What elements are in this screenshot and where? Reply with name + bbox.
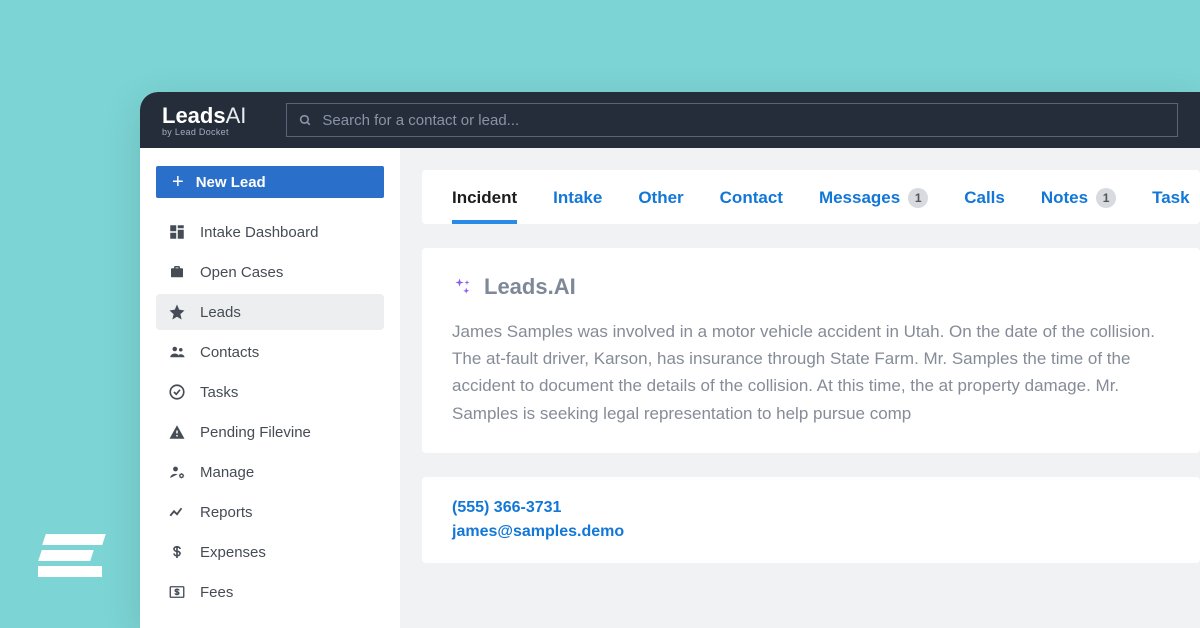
tab-calls[interactable]: Calls	[964, 188, 1005, 224]
sidebar-item-leads[interactable]: Leads	[156, 294, 384, 330]
sidebar-item-label: Expenses	[200, 544, 266, 561]
tab-messages[interactable]: Messages1	[819, 188, 928, 224]
sidebar-item-expenses[interactable]: Expenses	[156, 534, 384, 570]
sidebar-item-contacts[interactable]: Contacts	[156, 334, 384, 370]
new-lead-button[interactable]: + New Lead	[156, 166, 384, 198]
tab-task[interactable]: Task	[1152, 188, 1190, 224]
trend-icon	[168, 503, 186, 521]
sidebar-item-label: Pending Filevine	[200, 424, 311, 441]
summary-body: James Samples was involved in a motor ve…	[452, 318, 1170, 427]
check-circle-icon	[168, 383, 186, 401]
sidebar-item-open-cases[interactable]: Open Cases	[156, 254, 384, 290]
sidebar-item-manage[interactable]: Manage	[156, 454, 384, 490]
warning-icon	[168, 423, 186, 441]
tab-contact[interactable]: Contact	[720, 188, 783, 224]
sidebar-item-label: Open Cases	[200, 264, 283, 281]
ai-summary-card: Leads.AI James Samples was involved in a…	[422, 248, 1200, 453]
sidebar-item-reports[interactable]: Reports	[156, 494, 384, 530]
search-field[interactable]	[286, 103, 1178, 137]
star-icon	[168, 303, 186, 321]
sidebar-item-label: Leads	[200, 304, 241, 321]
plus-icon: +	[172, 172, 184, 192]
new-lead-label: New Lead	[196, 174, 266, 191]
contact-phone-link[interactable]: (555) 366-3731	[452, 499, 1170, 517]
logo-bold: Leads	[162, 103, 226, 129]
sidebar-item-label: Fees	[200, 584, 233, 601]
tab-intake[interactable]: Intake	[553, 188, 602, 224]
people-icon	[168, 343, 186, 361]
user-cog-icon	[168, 463, 186, 481]
contact-email-link[interactable]: james@samples.demo	[452, 523, 1170, 541]
tabs-bar: Incident Intake Other Contact Messages1 …	[422, 170, 1200, 224]
logo-thin: AI	[226, 103, 247, 129]
briefcase-icon	[168, 263, 186, 281]
sidebar-item-intake-dashboard[interactable]: Intake Dashboard	[156, 214, 384, 250]
background-brand-mark	[38, 534, 102, 582]
sidebar-item-label: Reports	[200, 504, 253, 521]
search-input[interactable]	[322, 112, 1165, 129]
sidebar-item-label: Intake Dashboard	[200, 224, 318, 241]
tab-notes[interactable]: Notes1	[1041, 188, 1116, 224]
tab-badge: 1	[908, 188, 928, 208]
contact-info-card: (555) 366-3731 james@samples.demo	[422, 477, 1200, 563]
app-window: LeadsAI by Lead Docket + New Lead Intake…	[140, 92, 1200, 628]
sidebar: + New Lead Intake Dashboard Open Cases L…	[140, 148, 400, 628]
sparkle-icon	[452, 275, 472, 300]
tab-other[interactable]: Other	[638, 188, 683, 224]
dollar-box-icon	[168, 583, 186, 601]
summary-title: Leads.AI	[484, 274, 576, 300]
sidebar-item-label: Manage	[200, 464, 254, 481]
app-logo: LeadsAI by Lead Docket	[162, 103, 246, 137]
sidebar-item-label: Tasks	[200, 384, 238, 401]
search-icon	[299, 114, 312, 127]
main-content: Incident Intake Other Contact Messages1 …	[400, 148, 1200, 628]
tab-incident[interactable]: Incident	[452, 188, 517, 224]
sidebar-item-fees[interactable]: Fees	[156, 574, 384, 610]
sidebar-item-pending-filevine[interactable]: Pending Filevine	[156, 414, 384, 450]
dashboard-icon	[168, 223, 186, 241]
topbar: LeadsAI by Lead Docket	[140, 92, 1200, 148]
tab-badge: 1	[1096, 188, 1116, 208]
sidebar-item-label: Contacts	[200, 344, 259, 361]
dollar-icon	[168, 543, 186, 561]
sidebar-item-tasks[interactable]: Tasks	[156, 374, 384, 410]
logo-subtitle: by Lead Docket	[162, 127, 246, 137]
